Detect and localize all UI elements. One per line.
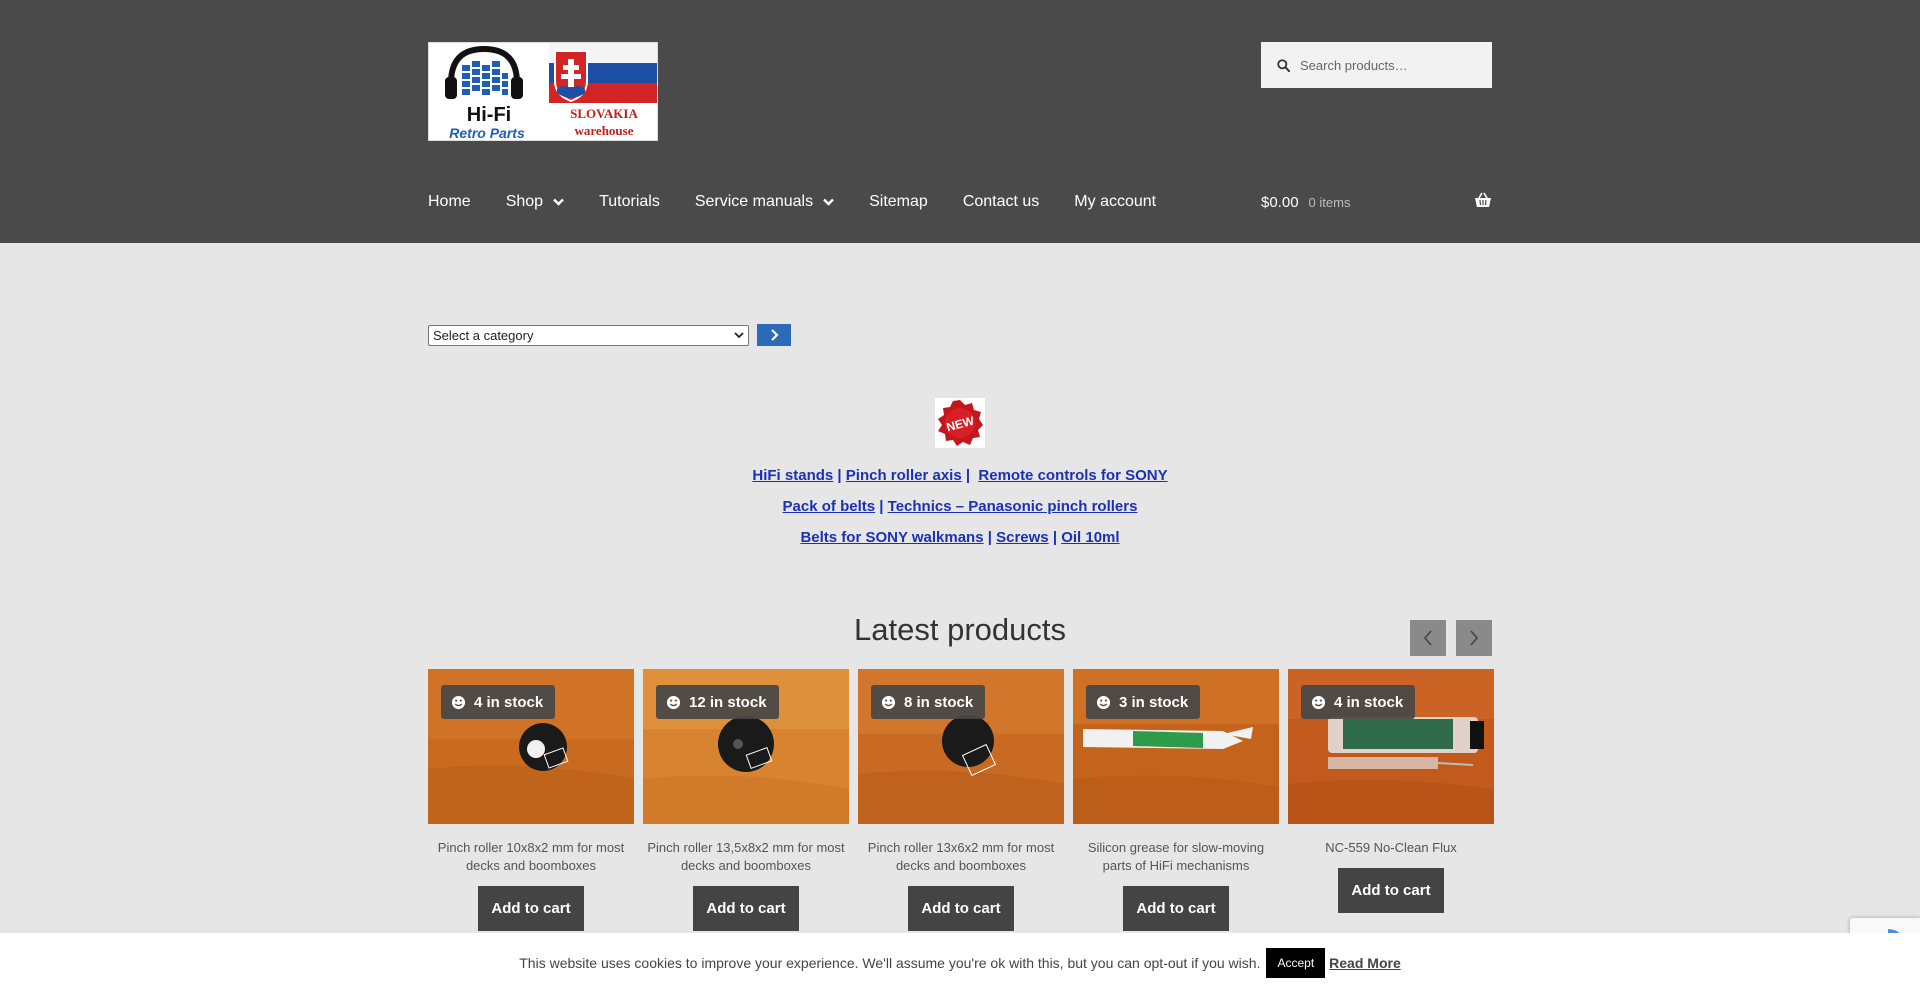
smiley-icon [1096, 695, 1111, 709]
cookie-read-more-link[interactable]: Read More [1329, 955, 1401, 971]
link-oil[interactable]: Oil 10ml [1061, 529, 1119, 546]
stock-text: 4 in stock [474, 693, 544, 711]
new-badge: NEW [935, 398, 985, 448]
link-hifi-stands[interactable]: HiFi stands [752, 467, 833, 484]
cookie-notice: This website uses cookies to improve you… [0, 933, 1920, 993]
main-navigation: Home Shop Tutorials Service manuals Site… [428, 190, 1191, 214]
add-to-cart-button[interactable]: Add to cart [1123, 886, 1229, 931]
product-title[interactable]: Silicon grease for slow-moving parts of … [1073, 839, 1279, 875]
category-filter: Select a category [428, 324, 791, 346]
stock-text: 8 in stock [904, 693, 974, 711]
stock-badge: 3 in stock [1086, 685, 1201, 719]
category-select[interactable]: Select a category [428, 324, 749, 346]
product-title[interactable]: Pinch roller 13,5x8x2 mm for most decks … [643, 839, 849, 875]
site-logo[interactable]: Hi-Fi Retro Parts SLOVAKIA warehouse [428, 42, 658, 141]
search-box[interactable] [1261, 42, 1492, 88]
stock-badge: 8 in stock [871, 685, 986, 719]
nav-item-home[interactable]: Home [428, 193, 471, 211]
product-title[interactable]: NC-559 No-Clean Flux [1288, 839, 1494, 857]
nav-item-contact-us[interactable]: Contact us [963, 193, 1039, 211]
nav-label: Contact us [962, 193, 1040, 210]
cookie-accept-button[interactable]: Accept [1266, 948, 1326, 978]
link-pack-of-belts[interactable]: Pack of belts [783, 498, 876, 515]
featured-links: HiFi stands | Pinch roller axis | Remote… [752, 467, 1168, 546]
search-input[interactable] [1300, 57, 1480, 73]
logo-country: SLOVAKIA [570, 106, 638, 121]
stock-text: 4 in stock [1334, 693, 1404, 711]
smiley-icon [1311, 695, 1326, 709]
cookie-message: This website uses cookies to improve you… [519, 955, 1261, 971]
link-belts-sony-walkmans[interactable]: Belts for SONY walkmans [800, 529, 983, 546]
chevron-right-icon [770, 329, 779, 341]
add-to-cart-button[interactable]: Add to cart [908, 886, 1014, 931]
cart-count: 0 items [1308, 194, 1351, 210]
smiley-icon [881, 695, 896, 709]
chevron-down-icon [823, 198, 834, 206]
link-pinch-roller-axis[interactable]: Pinch roller axis [846, 467, 962, 484]
cart-amount: $0.00 [1261, 193, 1299, 211]
nav-label: Home [428, 193, 471, 210]
cart-summary[interactable]: $0.00 0 items [1261, 190, 1492, 214]
add-to-cart-button[interactable]: Add to cart [693, 886, 799, 931]
link-screws[interactable]: Screws [996, 529, 1049, 546]
carousel-prev-button[interactable] [1410, 620, 1446, 656]
chevron-left-icon [1423, 630, 1432, 646]
search-icon [1277, 58, 1290, 72]
logo-sub: warehouse [575, 123, 634, 138]
chevron-down-icon [553, 198, 564, 206]
category-select-value: Select a category [433, 327, 534, 343]
stock-badge: 4 in stock [1301, 685, 1416, 719]
stock-badge: 4 in stock [441, 685, 556, 719]
nav-label: Tutorials [599, 193, 660, 210]
nav-item-service-manuals[interactable]: Service manuals [695, 193, 834, 211]
category-go-button[interactable] [757, 324, 791, 346]
add-to-cart-button[interactable]: Add to cart [1338, 868, 1444, 913]
chevron-down-icon [734, 331, 744, 338]
stock-text: 12 in stock [689, 693, 767, 711]
product-title[interactable]: Pinch roller 10x8x2 mm for most decks an… [428, 839, 634, 875]
nav-label: Shop [505, 193, 544, 210]
logo-text-top: Hi-Fi [467, 104, 511, 126]
add-to-cart-button[interactable]: Add to cart [478, 886, 584, 931]
link-technics-pinch-rollers[interactable]: Technics – Panasonic pinch rollers [888, 498, 1138, 515]
nav-item-tutorials[interactable]: Tutorials [599, 193, 660, 211]
site-header: Hi-Fi Retro Parts SLOVAKIA warehouse Hom… [0, 0, 1920, 243]
nav-item-shop[interactable]: Shop [506, 193, 564, 211]
nav-label: Service manuals [694, 193, 814, 210]
logo-text-bottom: Retro Parts [449, 125, 525, 141]
basket-icon[interactable] [1474, 192, 1492, 208]
stock-text: 3 in stock [1119, 693, 1189, 711]
nav-item-my-account[interactable]: My account [1074, 193, 1156, 211]
latest-products-title: Latest products [854, 612, 1066, 647]
smiley-icon [666, 695, 681, 709]
nav-item-sitemap[interactable]: Sitemap [869, 193, 928, 211]
stock-badge: 12 in stock [656, 685, 779, 719]
smiley-icon [451, 695, 466, 709]
nav-label: My account [1074, 193, 1157, 210]
chevron-right-icon [1470, 630, 1479, 646]
nav-label: Sitemap [869, 193, 928, 210]
link-remote-controls-sony[interactable]: Remote controls for SONY [978, 467, 1167, 484]
product-title[interactable]: Pinch roller 13x6x2 mm for most decks an… [858, 839, 1064, 875]
carousel-next-button[interactable] [1456, 620, 1492, 656]
